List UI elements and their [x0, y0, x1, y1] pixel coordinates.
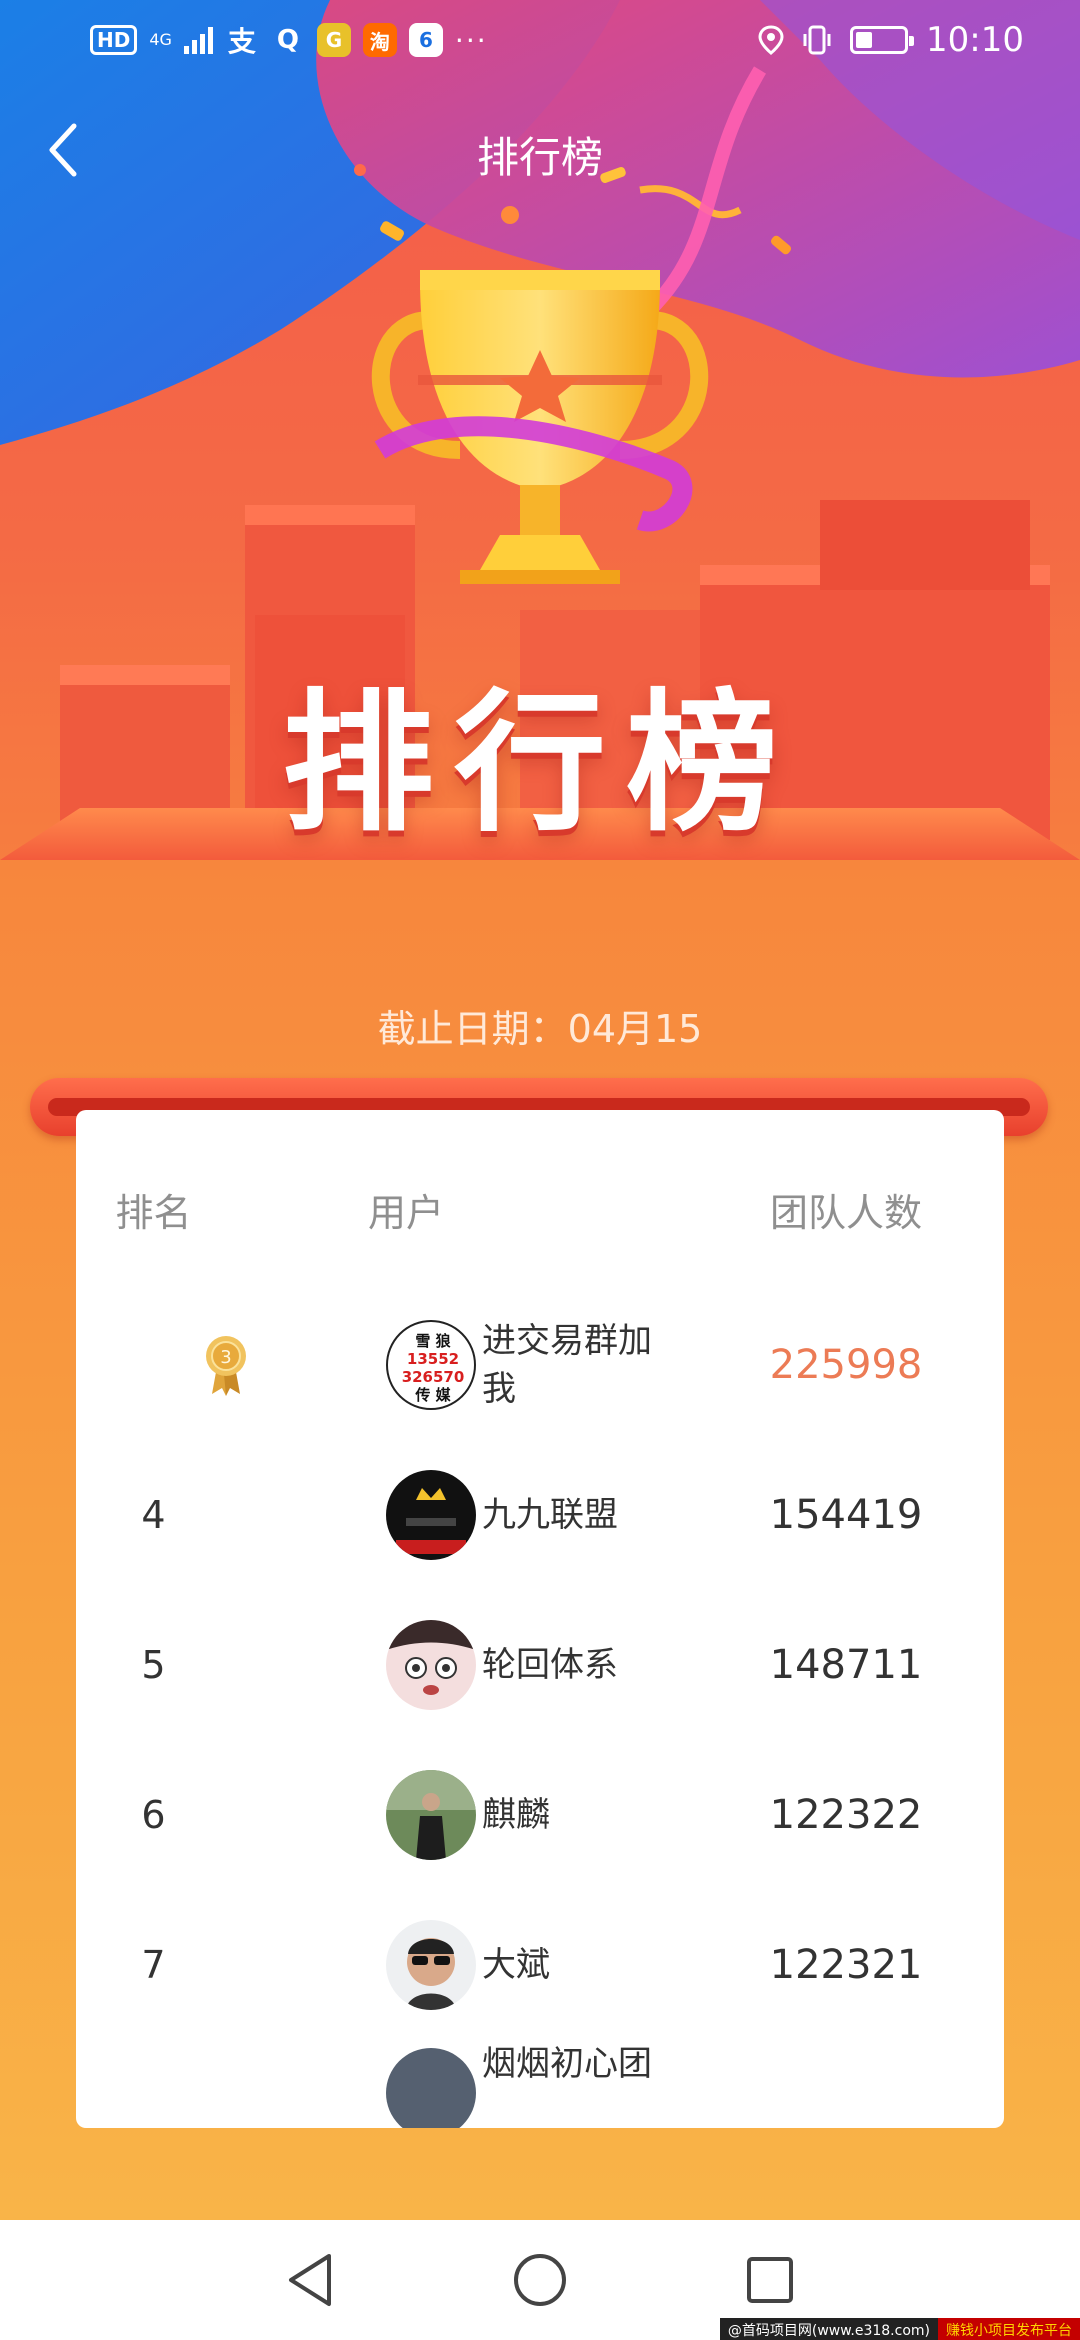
table-row[interactable]: 烟烟初心团 [76, 2040, 1004, 2128]
more-notifications-icon: ··· [454, 23, 488, 57]
signal-icon [183, 26, 213, 54]
rank-number: 7 [141, 1943, 166, 1987]
location-icon [758, 25, 784, 55]
page-title: 排行榜 [476, 133, 603, 182]
square-recents-icon [747, 2257, 793, 2303]
system-back-button[interactable] [275, 2245, 345, 2315]
svg-text:326570: 326570 [402, 1368, 465, 1386]
vibrate-icon [803, 25, 831, 55]
svg-text:传 媒: 传 媒 [414, 1386, 451, 1404]
trophy-icon [371, 270, 709, 584]
banner-title: 排行榜 [282, 675, 798, 852]
avatar: 雪 狼 13552 326570 传 媒 [386, 1320, 476, 1410]
system-recents-button[interactable] [735, 2245, 805, 2315]
ranking-list: 3 雪 狼 13552 326570 传 媒 进交易群加我 225998 4 九… [76, 1290, 1004, 2128]
table-row[interactable]: 7 大斌 122321 [76, 1890, 1004, 2040]
header-user: 用户 [367, 1191, 444, 1235]
user-name: 轮回体系 [482, 1645, 618, 1685]
triangle-back-icon [289, 2254, 331, 2306]
system-home-button[interactable] [505, 2245, 575, 2315]
avatar-image [386, 1770, 476, 1860]
table-row[interactable]: 6 麒麟 122322 [76, 1740, 1004, 1890]
table-row[interactable]: 3 雪 狼 13552 326570 传 媒 进交易群加我 225998 [76, 1290, 1004, 1440]
team-count: 148711 [769, 1642, 923, 1688]
user-name: 烟烟初心团 [482, 2044, 652, 2084]
user-name: 麒麟 [482, 1795, 550, 1835]
app-icon-yellow: G [316, 23, 351, 57]
avatar [386, 1920, 476, 2010]
user-name: 进交易群加我 [482, 1321, 652, 1409]
status-time: 10:10 [926, 20, 1024, 60]
svg-text:13552: 13552 [407, 1350, 459, 1368]
taobao-icon: 淘 [362, 23, 397, 57]
app-icon-blue: 6 [408, 23, 443, 57]
deadline-text: 截止日期：04月15 [377, 1007, 703, 1051]
qq-icon: Q [276, 25, 299, 55]
circle-home-icon [514, 2254, 566, 2306]
ranking-card: 排名 用户 团队人数 3 雪 狼 13552 326570 传 媒 进交易群加我 [76, 1110, 1004, 2128]
header-team-count: 团队人数 [769, 1191, 922, 1235]
watermark-slogan: 赚钱小项目发布平台 [938, 2318, 1080, 2340]
nav-bar: 排行榜 [0, 100, 1080, 200]
bronze-medal-icon: 3 [206, 1336, 246, 1396]
user-name: 大斌 [482, 1945, 550, 1985]
team-count: 225998 [769, 1342, 923, 1388]
rank-number: 5 [141, 1643, 166, 1687]
team-count: 122321 [769, 1942, 923, 1988]
battery-icon [850, 26, 915, 54]
rank-number: 4 [141, 1493, 166, 1537]
user-name: 九九联盟 [482, 1495, 618, 1535]
team-count: 122322 [769, 1792, 923, 1838]
svg-text:雪 狼: 雪 狼 [415, 1332, 451, 1350]
alipay-icon: 支 [227, 25, 256, 58]
avatar-image [396, 1488, 466, 1554]
avatar [386, 1620, 476, 1710]
status-bar: HD 4G 支 Q G 淘 6 ··· 10:10 [0, 0, 1080, 80]
watermark-source: @首码项目网(www.e318.com) [719, 2318, 938, 2340]
rank-number: 6 [141, 1793, 166, 1837]
network-type: 4G [149, 30, 172, 49]
avatar-image [386, 1620, 476, 1695]
avatar-image: 雪 狼 13552 326570 传 媒 [402, 1332, 465, 1404]
hd-icon: HD [90, 25, 138, 55]
header-rank: 排名 [115, 1191, 192, 1235]
avatar [386, 1770, 476, 1860]
table-row[interactable]: 4 九九联盟 154419 [76, 1440, 1004, 1590]
avatar [386, 1470, 476, 1560]
medal-number: 3 [220, 1347, 231, 1368]
avatar [386, 2048, 476, 2128]
avatar-image [406, 1938, 456, 2010]
team-count: 154419 [769, 1492, 923, 1538]
watermark: @首码项目网(www.e318.com) 赚钱小项目发布平台 [719, 2318, 1080, 2340]
table-row[interactable]: 5 轮回体系 148711 [76, 1590, 1004, 1740]
